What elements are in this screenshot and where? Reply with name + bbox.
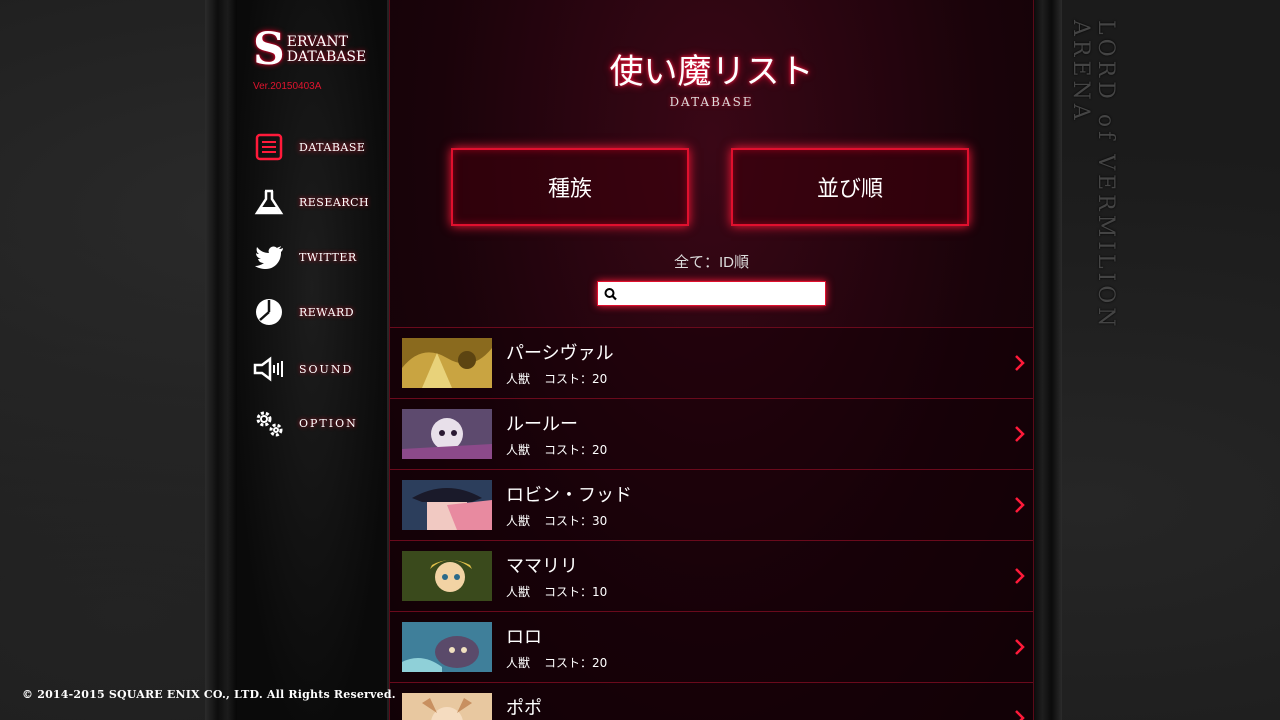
search-icon [604, 287, 617, 300]
nav-reward[interactable]: REWARD [253, 296, 383, 328]
servant-race: 人獣 [506, 443, 531, 457]
list-item[interactable]: ロロ 人獣 コスト：20 [390, 612, 1033, 683]
right-frame [1032, 0, 1062, 720]
chevron-right-icon [1015, 426, 1025, 442]
nav-research-label: RESEARCH [299, 195, 370, 209]
list-item[interactable]: ポポ [390, 683, 1033, 720]
copyright-notice: © 2014-2015 SQUARE ENIX CO., LTD. All Ri… [22, 688, 396, 701]
nav-sound-label: SOUND [299, 362, 354, 376]
page-subtitle: DATABASE [669, 95, 754, 109]
servant-meta: 人獣 コスト：30 [506, 512, 607, 529]
nav-twitter[interactable]: TWITTER [253, 241, 383, 273]
servant-meta: 人獣 コスト：10 [506, 583, 607, 600]
nav-twitter-label: TWITTER [299, 250, 357, 264]
sort-order-button[interactable]: 並び順 [731, 148, 969, 226]
race-filter-button[interactable]: 種族 [451, 148, 689, 226]
servant-thumbnail [402, 338, 492, 388]
left-frame [205, 0, 237, 720]
sidebar: S ERVANT DATABASE Ver.20150403A DATABASE… [237, 0, 387, 720]
list-item[interactable]: ロビン・フッド 人獣 コスト：30 [390, 470, 1033, 541]
servant-thumbnail [402, 480, 492, 530]
version-label: Ver.20150403A [253, 81, 322, 92]
document-icon [253, 131, 285, 163]
list-item[interactable]: パーシヴァル 人獣 コスト：20 [390, 328, 1033, 399]
servant-name: ロビン・フッド [506, 485, 632, 506]
list-item[interactable]: ママリリ 人獣 コスト：10 [390, 541, 1033, 612]
chevron-right-icon [1015, 497, 1025, 513]
servant-cost: コスト：20 [544, 443, 608, 457]
page-title: 使い魔リスト [609, 52, 814, 92]
filter-status: 全て：ID順 [673, 254, 749, 271]
servant-race: 人獣 [506, 656, 531, 670]
chevron-right-icon [1015, 639, 1025, 655]
servant-race: 人獣 [506, 585, 531, 599]
servant-race: 人獣 [506, 372, 531, 386]
app-logo: S ERVANT DATABASE [253, 24, 366, 75]
servant-meta: 人獣 コスト：20 [506, 370, 607, 387]
servant-name: パーシヴァル [506, 343, 614, 364]
servant-name: ロロ [506, 627, 542, 648]
chevron-right-icon [1015, 355, 1025, 371]
nav-research[interactable]: RESEARCH [253, 186, 383, 218]
nav-sound[interactable]: SOUND [253, 353, 383, 385]
logo-letter: S [253, 24, 285, 75]
servant-name: ママリリ [506, 556, 578, 577]
servant-name: ポポ [506, 698, 542, 719]
main-panel: 使い魔リスト DATABASE 種族 並び順 全て：ID順 パーシヴァル 人獣コ… [389, 0, 1034, 720]
servant-meta: 人獣 コスト：20 [506, 441, 607, 458]
speaker-icon [253, 353, 285, 385]
nav-option-label: OPTION [299, 416, 358, 430]
nav-database-label: DATABASE [299, 140, 366, 154]
list-item[interactable]: ルールー 人獣 コスト：20 [390, 399, 1033, 470]
chevron-right-icon [1015, 710, 1025, 720]
servant-thumbnail [402, 622, 492, 672]
logo-line-1: ERVANT [286, 34, 348, 50]
game-logo-vertical: LORD of VERMILION ARENA [1068, 20, 1118, 331]
servant-meta: 人獣 コスト：20 [506, 654, 607, 671]
servant-cost: コスト：10 [544, 585, 608, 599]
nav-database[interactable]: DATABASE [253, 131, 383, 163]
pie-chart-icon [253, 296, 285, 328]
flask-icon [253, 186, 285, 218]
nav-option[interactable]: OPTION [253, 407, 383, 439]
twitter-bird-icon [253, 241, 285, 273]
servant-thumbnail [402, 551, 492, 601]
servant-thumbnail [402, 693, 492, 720]
servant-list: パーシヴァル 人獣 コスト：20 ルールー 人獣 コスト：20 ロビン・フッド … [390, 327, 1033, 720]
servant-thumbnail [402, 409, 492, 459]
servant-cost: コスト：20 [544, 372, 608, 386]
search-box [597, 281, 826, 306]
servant-cost: コスト：20 [544, 656, 608, 670]
gears-icon [253, 407, 285, 439]
logo-text: ERVANT DATABASE [287, 35, 366, 65]
servant-name: ルールー [506, 414, 578, 435]
logo-line-2: DATABASE [286, 49, 367, 65]
search-input[interactable] [619, 282, 825, 305]
chevron-right-icon [1015, 568, 1025, 584]
servant-race: 人獣 [506, 514, 531, 528]
servant-cost: コスト：30 [544, 514, 608, 528]
nav-reward-label: REWARD [299, 305, 355, 319]
